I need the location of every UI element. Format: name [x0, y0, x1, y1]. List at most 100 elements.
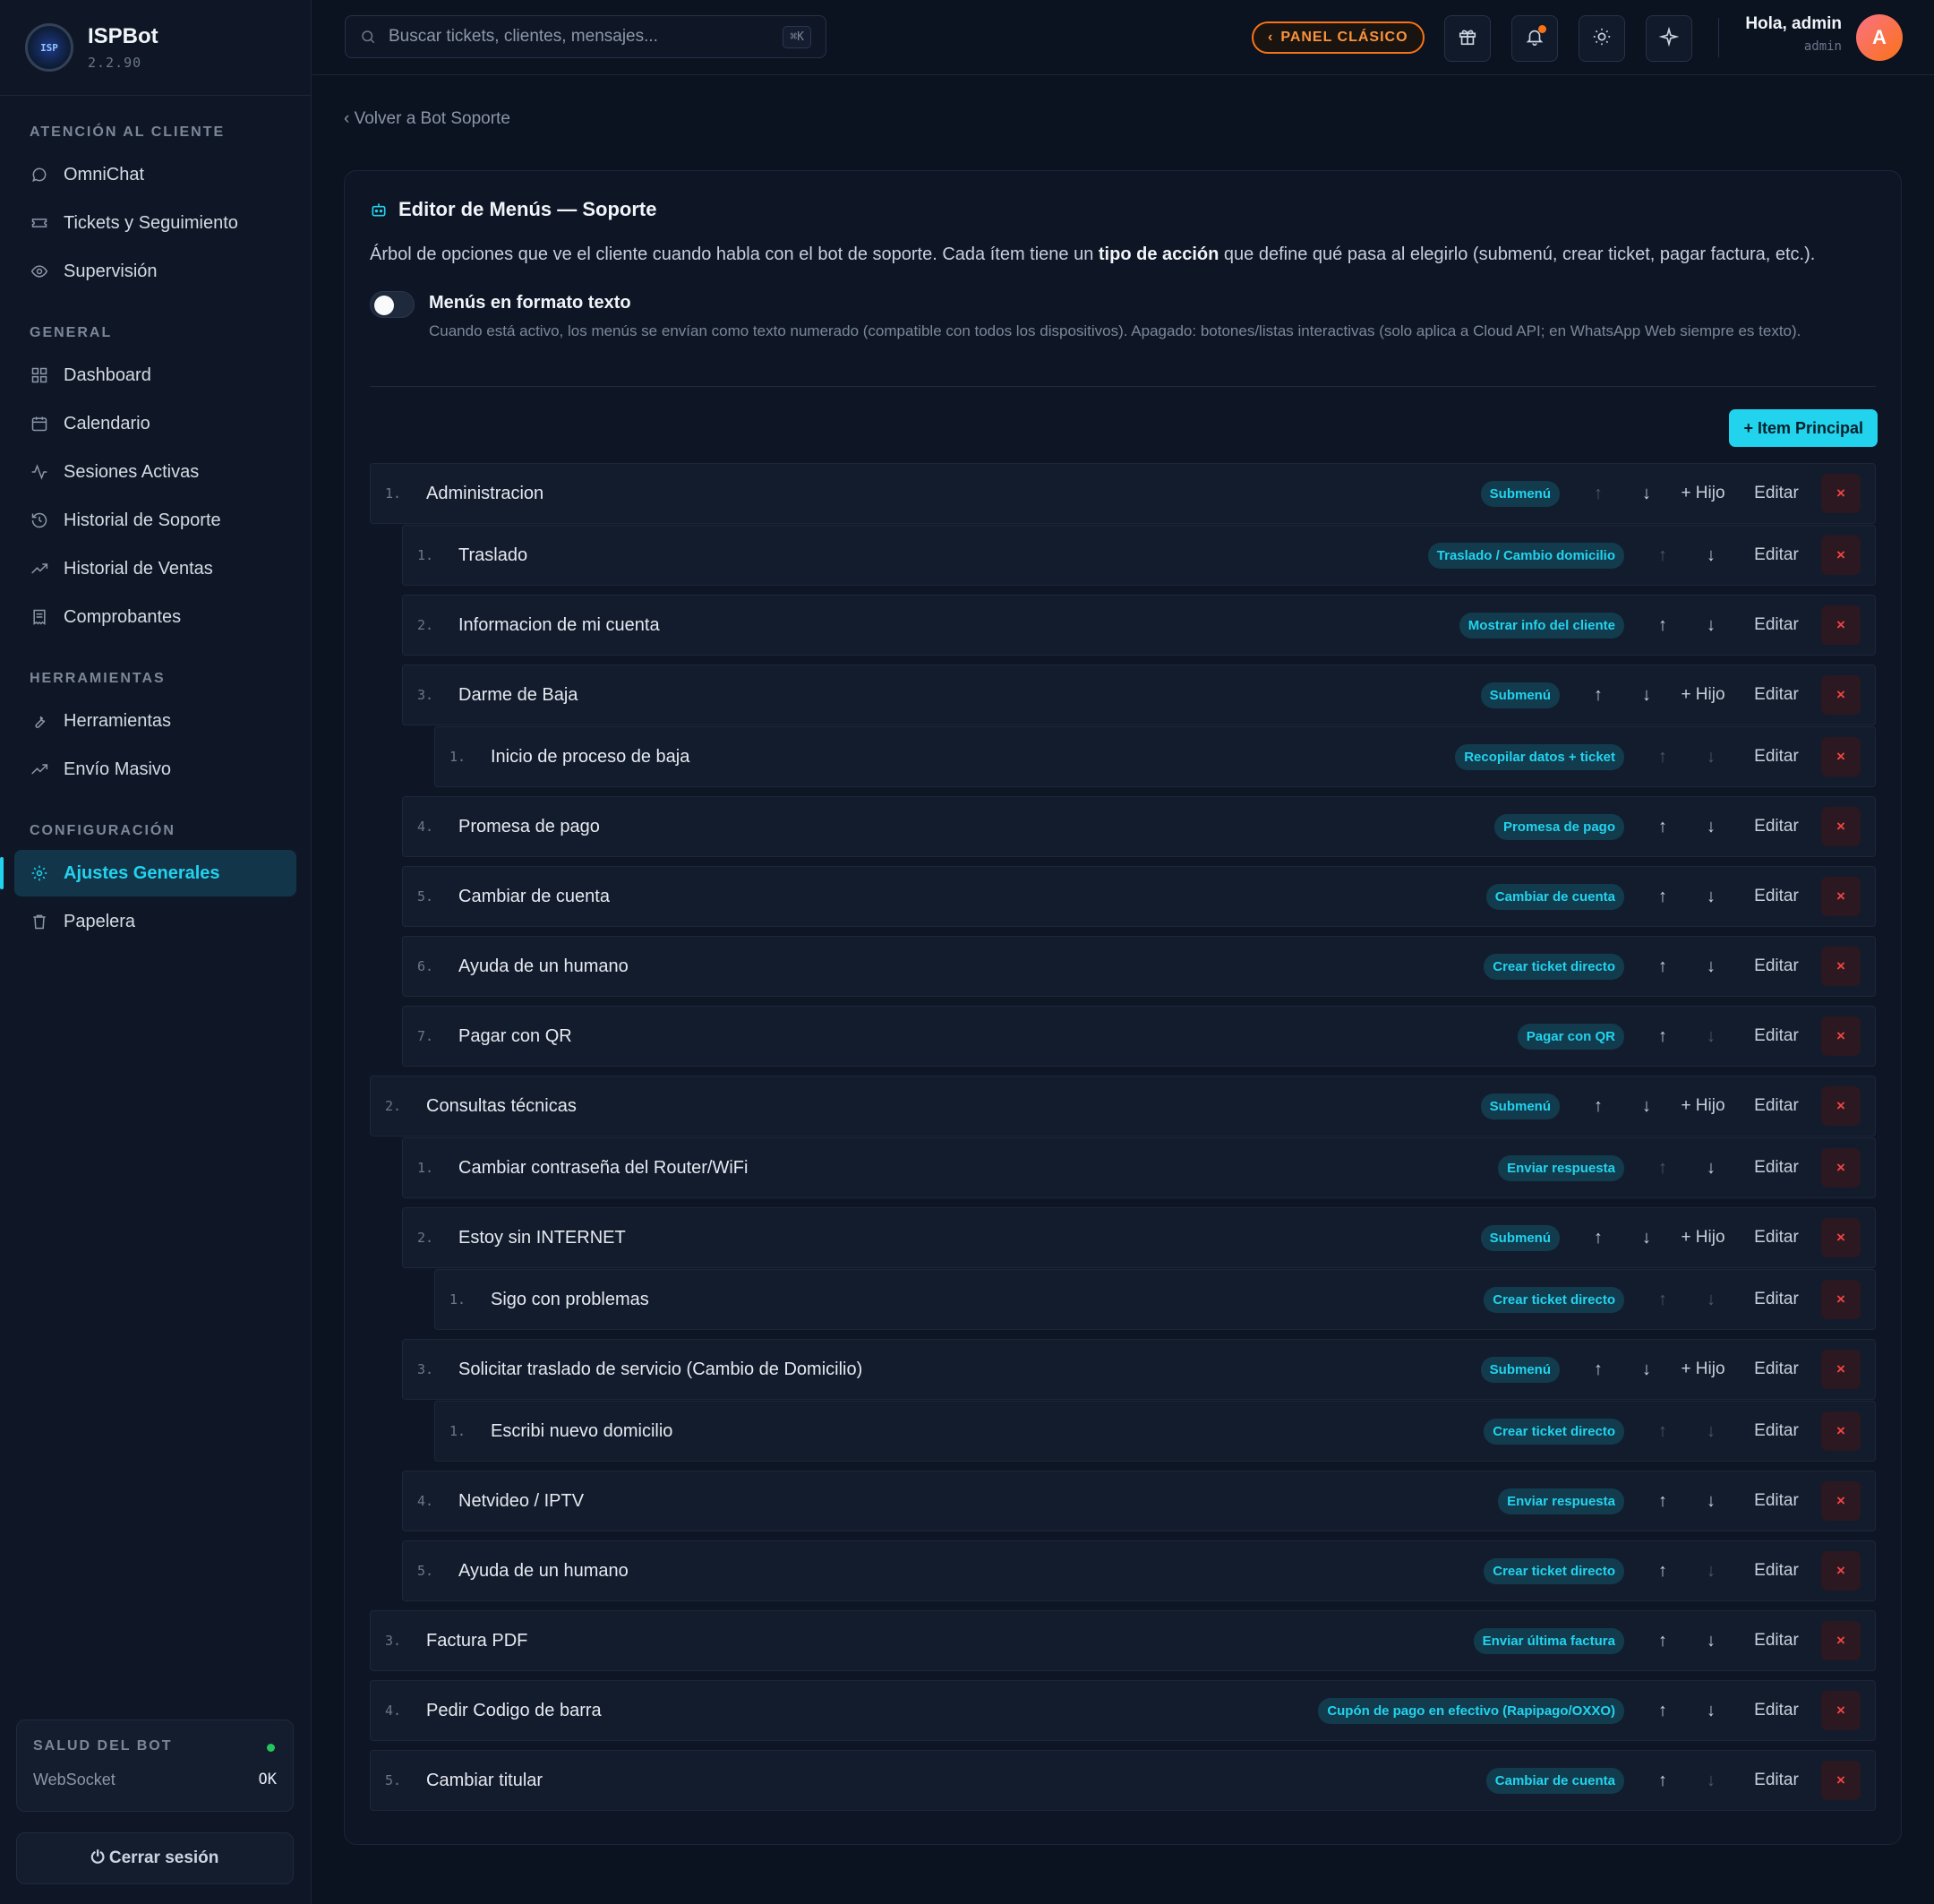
delete-button[interactable]: × [1821, 1481, 1861, 1521]
move-down-button[interactable]: ↓ [1687, 1421, 1735, 1442]
move-up-button[interactable]: ↑ [1639, 545, 1687, 566]
move-down-button[interactable]: ↓ [1687, 817, 1735, 837]
menu-item-row[interactable]: 2. Estoy sin INTERNET Submenú ↑ ↓ + Hijo Edita… [402, 1207, 1876, 1268]
search-input[interactable] [389, 27, 783, 47]
theme-toggle-button[interactable] [1579, 15, 1625, 62]
move-up-button[interactable]: ↑ [1639, 1421, 1687, 1442]
move-down-button[interactable]: ↓ [1687, 1631, 1735, 1651]
panel-clasico-button[interactable]: ‹ PANEL CLÁSICO [1252, 21, 1425, 54]
menu-item-row[interactable]: 3. Darme de Baja Submenú ↑ ↓ + Hijo Editar × [402, 665, 1876, 725]
back-link[interactable]: ‹ Volver a Bot Soporte [344, 109, 510, 129]
move-down-button[interactable]: ↓ [1622, 1359, 1671, 1380]
move-up-button[interactable]: ↑ [1639, 1771, 1687, 1791]
edit-button[interactable]: Editar [1735, 1421, 1818, 1441]
move-down-button[interactable]: ↓ [1687, 1491, 1735, 1512]
move-up-button[interactable]: ↑ [1639, 1491, 1687, 1512]
delete-button[interactable]: × [1821, 877, 1861, 916]
edit-button[interactable]: Editar [1735, 1561, 1818, 1581]
delete-button[interactable]: × [1821, 1350, 1861, 1389]
move-up-button[interactable]: ↑ [1639, 1158, 1687, 1179]
text-format-toggle[interactable] [370, 291, 415, 318]
sidebar-item-sesiones-activas[interactable]: Sesiones Activas [14, 449, 296, 495]
edit-button[interactable]: Editar [1735, 1158, 1818, 1178]
notifications-button[interactable] [1511, 15, 1558, 62]
edit-button[interactable]: Editar [1735, 685, 1818, 705]
add-child-button[interactable]: + Hijo [1671, 1228, 1735, 1248]
edit-button[interactable]: Editar [1735, 1491, 1818, 1511]
move-down-button[interactable]: ↓ [1622, 484, 1671, 504]
menu-item-row[interactable]: 1. Traslado Traslado / Cambio domicilio ↑ ↓ E… [402, 525, 1876, 586]
move-down-button[interactable]: ↓ [1687, 1771, 1735, 1791]
add-child-button[interactable]: + Hijo [1671, 685, 1735, 705]
gift-button[interactable] [1444, 15, 1491, 62]
delete-button[interactable]: × [1821, 1016, 1861, 1056]
move-up-button[interactable]: ↑ [1574, 1359, 1622, 1380]
sidebar-item-calendario[interactable]: Calendario [14, 400, 296, 447]
user-info[interactable]: Hola, admin admin [1733, 14, 1842, 54]
avatar[interactable]: A [1856, 14, 1903, 61]
delete-button[interactable]: × [1821, 1411, 1861, 1451]
edit-button[interactable]: Editar [1735, 1026, 1818, 1046]
menu-item-row[interactable]: 1. Sigo con problemas Crear ticket directo… [434, 1269, 1876, 1330]
brand[interactable]: ISP ISPBot 2.2.90 [0, 0, 311, 96]
move-up-button[interactable]: ↑ [1574, 1096, 1622, 1117]
menu-item-row[interactable]: 4. Promesa de pago Promesa de pago ↑ ↓ Editar… [402, 796, 1876, 857]
edit-button[interactable]: Editar [1735, 1359, 1818, 1379]
delete-button[interactable]: × [1821, 1218, 1861, 1257]
edit-button[interactable]: Editar [1735, 747, 1818, 767]
move-up-button[interactable]: ↑ [1639, 1561, 1687, 1582]
move-up-button[interactable]: ↑ [1574, 1228, 1622, 1248]
add-child-button[interactable]: + Hijo [1671, 1359, 1735, 1379]
edit-button[interactable]: Editar [1735, 1290, 1818, 1309]
move-down-button[interactable]: ↓ [1687, 1701, 1735, 1721]
menu-item-row[interactable]: 2. Consultas técnicas Submenú ↑ ↓ + Hijo Edita… [370, 1076, 1876, 1136]
menu-item-row[interactable]: 4. Netvideo / IPTV Enviar respuesta ↑ ↓ Edita… [402, 1471, 1876, 1531]
edit-button[interactable]: Editar [1735, 545, 1818, 565]
delete-button[interactable]: × [1821, 807, 1861, 846]
move-up-button[interactable]: ↑ [1639, 747, 1687, 768]
move-up-button[interactable]: ↑ [1639, 887, 1687, 907]
delete-button[interactable]: × [1821, 605, 1861, 645]
move-up-button[interactable]: ↑ [1574, 484, 1622, 504]
add-child-button[interactable]: + Hijo [1671, 1096, 1735, 1116]
move-down-button[interactable]: ↓ [1622, 1096, 1671, 1117]
move-down-button[interactable]: ↓ [1687, 747, 1735, 768]
move-up-button[interactable]: ↑ [1574, 685, 1622, 706]
delete-button[interactable]: × [1821, 1761, 1861, 1800]
sidebar-item-ajustes-generales[interactable]: Ajustes Generales [0, 850, 296, 896]
sidebar-item-historial-de-soporte[interactable]: Historial de Soporte [14, 497, 296, 544]
sparkle-button[interactable] [1646, 15, 1692, 62]
edit-button[interactable]: Editar [1735, 1096, 1818, 1116]
move-down-button[interactable]: ↓ [1687, 956, 1735, 977]
edit-button[interactable]: Editar [1735, 615, 1818, 635]
menu-item-row[interactable]: 5. Cambiar de cuenta Cambiar de cuenta ↑ ↓ Ed… [402, 866, 1876, 927]
delete-button[interactable]: × [1821, 1086, 1861, 1126]
move-down-button[interactable]: ↓ [1687, 545, 1735, 566]
sidebar-item-envío-masivo[interactable]: Envío Masivo [14, 746, 296, 793]
edit-button[interactable]: Editar [1735, 1228, 1818, 1248]
move-up-button[interactable]: ↑ [1639, 1290, 1687, 1310]
move-up-button[interactable]: ↑ [1639, 1026, 1687, 1047]
delete-button[interactable]: × [1821, 947, 1861, 986]
sidebar-item-papelera[interactable]: Papelera [14, 898, 296, 945]
sidebar-item-omnichat[interactable]: OmniChat [14, 151, 296, 198]
edit-button[interactable]: Editar [1735, 1701, 1818, 1720]
add-main-item-button[interactable]: + Item Principal [1729, 409, 1878, 447]
sidebar-item-tickets-y-seguimiento[interactable]: Tickets y Seguimiento [14, 200, 296, 246]
logout-button[interactable]: ⏻ Cerrar sesión [16, 1832, 294, 1884]
sidebar-item-comprobantes[interactable]: Comprobantes [14, 594, 296, 640]
move-up-button[interactable]: ↑ [1639, 1701, 1687, 1721]
menu-item-row[interactable]: 4. Pedir Codigo de barra Cupón de pago en … [370, 1680, 1876, 1741]
edit-button[interactable]: Editar [1735, 956, 1818, 976]
sidebar-item-supervisión[interactable]: Supervisión [14, 248, 296, 295]
delete-button[interactable]: × [1821, 474, 1861, 513]
delete-button[interactable]: × [1821, 536, 1861, 575]
menu-item-row[interactable]: 1. Cambiar contraseña del Router/WiFi Envi… [402, 1137, 1876, 1198]
move-down-button[interactable]: ↓ [1687, 1561, 1735, 1582]
edit-button[interactable]: Editar [1735, 817, 1818, 836]
menu-item-row[interactable]: 1. Escribi nuevo domicilio Crear ticket di… [434, 1401, 1876, 1462]
edit-button[interactable]: Editar [1735, 1771, 1818, 1790]
add-child-button[interactable]: + Hijo [1671, 484, 1735, 503]
menu-item-row[interactable]: 3. Solicitar traslado de servicio (Cambio… [402, 1339, 1876, 1400]
move-down-button[interactable]: ↓ [1687, 1026, 1735, 1047]
